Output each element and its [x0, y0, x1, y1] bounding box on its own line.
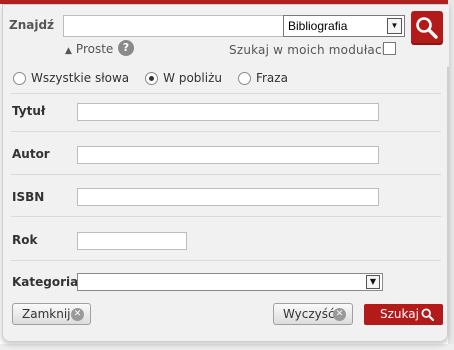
divider — [11, 216, 441, 217]
quick-search-bar: Znajdź Bibliografia ▼ ▲ Proste ? Szukaj w… — [3, 5, 449, 67]
chevron-down-icon[interactable]: ▼ — [387, 18, 402, 34]
radio-dot-selected — [145, 71, 159, 85]
find-label: Znajdź — [9, 18, 55, 32]
close-icon: ✕ — [333, 308, 346, 321]
caret-up-icon: ▲ — [65, 46, 72, 56]
close-icon: ✕ — [71, 308, 84, 321]
clear-button-label: Wyczyść — [283, 307, 335, 321]
mode-nearby-radio[interactable]: W pobliżu — [145, 71, 222, 85]
category-select[interactable]: ▼ — [77, 273, 383, 291]
year-label: Rok — [12, 233, 38, 247]
isbn-label: ISBN — [12, 190, 45, 204]
title-label: Tytuł — [12, 104, 46, 118]
search-go-button[interactable] — [411, 11, 443, 45]
page-background-bottom — [0, 344, 454, 350]
search-input[interactable] — [63, 15, 285, 37]
scope-select[interactable]: Bibliografia ▼ — [283, 15, 405, 37]
title-field[interactable] — [77, 103, 379, 121]
submit-search-label: Szukaj — [380, 307, 419, 321]
author-field[interactable] — [77, 146, 379, 164]
mode-phrase-label: Fraza — [255, 71, 288, 85]
chevron-down-icon[interactable]: ▼ — [366, 275, 380, 289]
divider — [11, 131, 441, 132]
isbn-field[interactable] — [77, 188, 379, 206]
scope-select-value: Bibliografia — [288, 19, 348, 33]
help-icon[interactable]: ? — [118, 40, 134, 56]
match-mode-group: Wszystkie słowa W pobliżu Fraza — [13, 69, 304, 87]
search-panel: Znajdź Bibliografia ▼ ▲ Proste ? Szukaj w… — [2, 4, 449, 343]
mode-all-words-label: Wszystkie słowa — [31, 71, 130, 85]
my-modules-checkbox[interactable] — [383, 42, 396, 55]
simple-search-toggle[interactable]: ▲ Proste — [65, 42, 113, 56]
year-field[interactable] — [77, 232, 187, 250]
radio-dot — [237, 71, 251, 85]
divider — [11, 93, 441, 94]
clear-button[interactable]: Wyczyść ✕ — [273, 303, 353, 325]
close-button-label: Zamknij — [22, 307, 71, 321]
advanced-search-form: Wszystkie słowa W pobliżu Fraza Tytuł Au… — [3, 63, 449, 343]
submit-search-button[interactable]: Szukaj — [364, 304, 443, 325]
close-button[interactable]: Zamknij ✕ — [12, 303, 91, 325]
radio-dot — [13, 71, 26, 85]
mode-all-words-radio[interactable]: Wszystkie słowa — [13, 71, 129, 85]
search-icon — [421, 308, 434, 321]
my-modules-label: Szukaj w moich modułach — [229, 43, 390, 57]
divider — [11, 174, 441, 175]
simple-search-label: Proste — [75, 42, 114, 56]
divider — [11, 260, 441, 261]
category-label: Kategoria — [12, 275, 79, 289]
mode-nearby-label: W pobliżu — [163, 71, 222, 85]
search-icon — [416, 17, 438, 39]
mode-phrase-radio[interactable]: Fraza — [237, 71, 288, 85]
author-label: Autor — [12, 147, 50, 161]
